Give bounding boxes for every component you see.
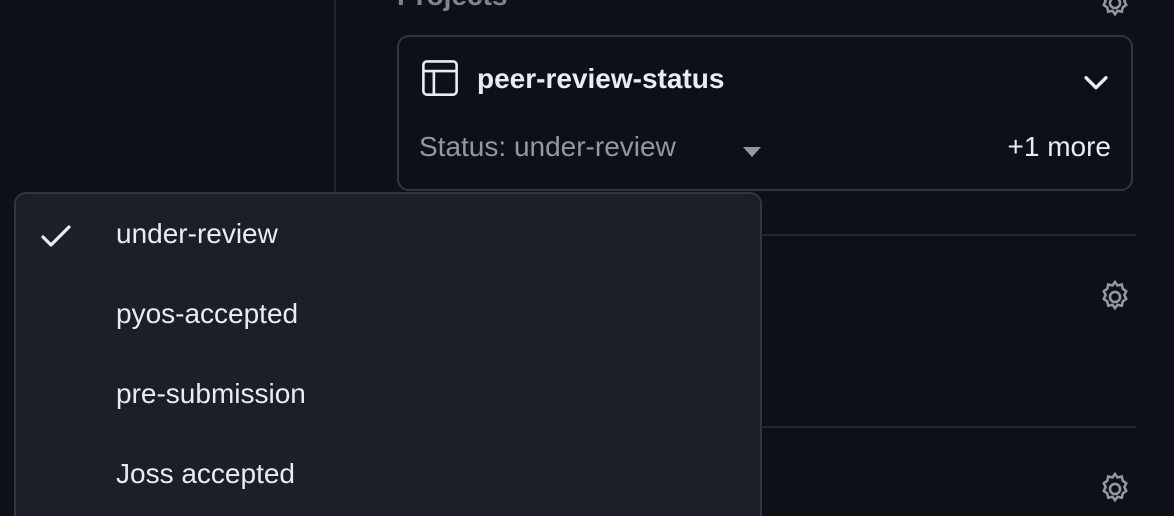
menu-option-under-review[interactable]: under-review xyxy=(16,196,760,276)
gear-icon[interactable] xyxy=(1096,0,1134,22)
menu-option-pyos-accepted[interactable]: pyos-accepted xyxy=(16,276,760,356)
project-card: peer-review-status Status: under-review … xyxy=(397,35,1133,191)
menu-option-joss-accepted[interactable]: Joss accepted xyxy=(16,436,760,516)
page: Projects peer-review-status Status: unde… xyxy=(0,0,1174,516)
projects-section-title: Projects xyxy=(397,0,508,12)
menu-option-pre-submission[interactable]: pre-submission xyxy=(16,356,760,436)
menu-option-label: pre-submission xyxy=(116,378,306,409)
more-fields-link[interactable]: +1 more xyxy=(1008,131,1112,163)
status-dropdown-menu: under-review pyos-accepted pre-submissio… xyxy=(14,192,762,516)
triangle-down-icon[interactable] xyxy=(741,145,763,159)
status-field-button[interactable]: Status: under-review xyxy=(419,131,676,163)
menu-option-label: under-review xyxy=(116,218,278,249)
project-name[interactable]: peer-review-status xyxy=(477,63,724,95)
menu-option-label: pyos-accepted xyxy=(116,298,299,329)
gear-icon[interactable] xyxy=(1096,278,1134,316)
chevron-down-icon[interactable] xyxy=(1079,65,1113,99)
menu-option-label: Joss accepted xyxy=(116,458,295,489)
table-icon xyxy=(422,60,458,96)
check-icon xyxy=(41,225,71,247)
gear-icon[interactable] xyxy=(1096,470,1134,508)
